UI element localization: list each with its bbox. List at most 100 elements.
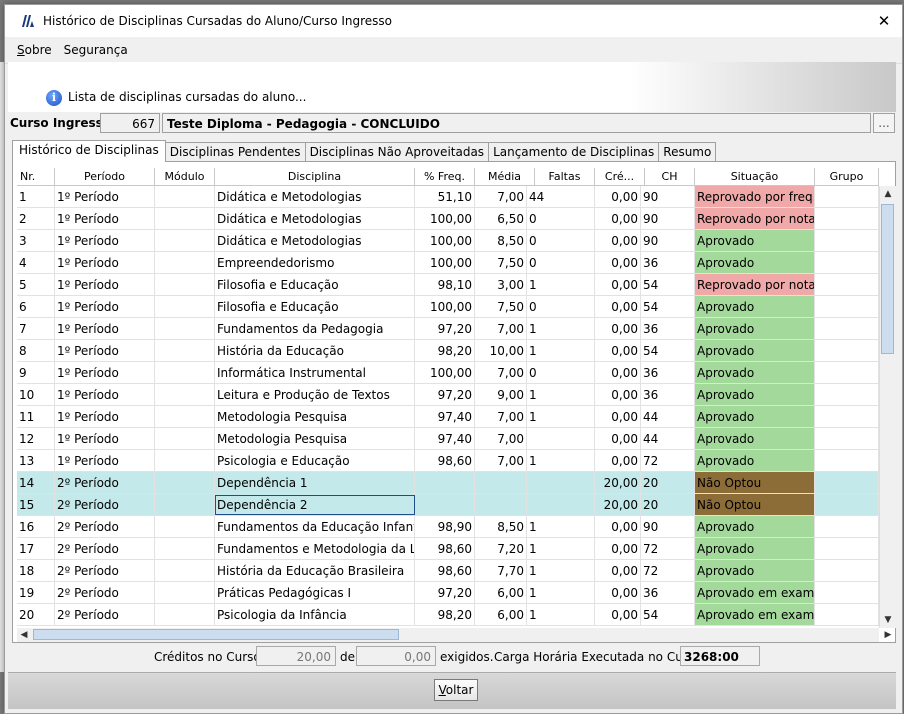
scroll-right-icon[interactable]: ▶ (881, 628, 895, 642)
cell-media (475, 494, 527, 516)
horizontal-scroll-thumb[interactable] (33, 629, 399, 640)
cell-cred: 0,00 (595, 560, 641, 582)
column-header-ch[interactable]: CH (645, 168, 695, 186)
cell-periodo: 2º Período (55, 472, 155, 494)
table-row[interactable]: 9 1º Período Informática Instrumental 100,0… (17, 362, 879, 384)
cell-ch: 54 (641, 604, 695, 626)
table-row[interactable]: 7 1º Período Fundamentos da Pedagogia 97,20… (17, 318, 879, 340)
scroll-down-icon[interactable]: ▼ (880, 612, 896, 628)
table-row[interactable]: 11 1º Período Metodologia Pesquisa 97,40 7,0… (17, 406, 879, 428)
cell-modulo (155, 362, 215, 384)
cell-modulo (155, 252, 215, 274)
cell-disciplina: Leitura e Produção de Textos (215, 384, 415, 406)
table-row[interactable]: 10 1º Período Leitura e Produção de Textos… (17, 384, 879, 406)
cell-grupo (815, 538, 879, 560)
column-header-freq[interactable]: % Freq. (415, 168, 475, 186)
cell-media: 7,00 (475, 406, 527, 428)
table-row[interactable]: 8 1º Período História da Educação 98,20 10,0… (17, 340, 879, 362)
cell-media: 7,00 (475, 450, 527, 472)
cell-cred: 0,00 (595, 538, 641, 560)
cell-ch: 90 (641, 230, 695, 252)
cell-disciplina: Metodologia Pesquisa (215, 428, 415, 450)
cell-situacao: Aprovado (695, 230, 815, 252)
cell-nr: 20 (17, 604, 55, 626)
table-row[interactable]: 18 2º Período História da Educação Brasile… (17, 560, 879, 582)
cell-cred: 0,00 (595, 362, 641, 384)
cell-situacao: Aprovado (695, 252, 815, 274)
scroll-left-icon[interactable]: ◀ (17, 628, 31, 642)
table-row[interactable]: 17 2º Período Fundamentos e Metodologia da… (17, 538, 879, 560)
cell-nr: 11 (17, 406, 55, 428)
cell-ch: 54 (641, 340, 695, 362)
cell-faltas: 1 (527, 516, 595, 538)
table-row[interactable]: 6 1º Período Filosofia e Educação 100,00 7,5… (17, 296, 879, 318)
cell-grupo (815, 208, 879, 230)
cell-ch: 90 (641, 516, 695, 538)
column-header-periodo[interactable]: Período (55, 168, 155, 186)
cell-media: 7,50 (475, 252, 527, 274)
cell-media (475, 472, 527, 494)
menu-sobre[interactable]: Sobre (17, 43, 52, 57)
curso-code-field[interactable]: 667 (100, 113, 160, 133)
table-row[interactable]: 1 1º Período Didática e Metodologias 51,10 7… (17, 186, 879, 208)
cell-modulo (155, 230, 215, 252)
tab-lancamento[interactable]: Lançamento de Disciplinas (488, 142, 660, 161)
tab-nao-aproveitadas[interactable]: Disciplinas Não Aproveitadas (304, 142, 490, 161)
table-row[interactable]: 5 1º Período Filosofia e Educação 98,10 3,00… (17, 274, 879, 296)
horizontal-scrollbar[interactable]: ◀ ▶ (17, 628, 891, 642)
creditos-field: 20,00 (256, 646, 336, 666)
tab-resumo[interactable]: Resumo (658, 142, 717, 161)
curso-name-field[interactable]: Teste Diploma - Pedagogia - CONCLUIDO (162, 113, 871, 133)
table-row[interactable]: 13 1º Período Psicologia e Educação 98,60 7,… (17, 450, 879, 472)
cell-freq: 97,20 (415, 582, 475, 604)
close-button[interactable]: ✕ (874, 11, 894, 31)
cell-faltas: 1 (527, 450, 595, 472)
exigidos-field: 0,00 (356, 646, 436, 666)
curso-lookup-button[interactable]: ... (873, 113, 895, 133)
cell-modulo (155, 450, 215, 472)
column-header-disciplina[interactable]: Disciplina (215, 168, 415, 186)
cell-ch: 72 (641, 538, 695, 560)
cell-modulo (155, 318, 215, 340)
cell-nr: 1 (17, 186, 55, 208)
cell-ch: 90 (641, 208, 695, 230)
cell-periodo: 1º Período (55, 406, 155, 428)
column-header-grupo[interactable]: Grupo (815, 168, 879, 186)
tab-pendentes[interactable]: Disciplinas Pendentes (164, 142, 306, 161)
column-header-modulo[interactable]: Módulo (155, 168, 215, 186)
cell-disciplina: Metodologia Pesquisa (215, 406, 415, 428)
cell-freq (415, 472, 475, 494)
cell-periodo: 2º Período (55, 538, 155, 560)
table-row[interactable]: 3 1º Período Didática e Metodologias 100,00… (17, 230, 879, 252)
table-row[interactable]: 4 1º Período Empreendedorismo 100,00 7,50 0 0,… (17, 252, 879, 274)
cell-periodo: 1º Período (55, 252, 155, 274)
cell-modulo (155, 604, 215, 626)
table-row[interactable]: 14 2º Período Dependência 1 20,00 20 Não Opto… (17, 472, 879, 494)
column-header-media[interactable]: Média (475, 168, 535, 186)
info-banner: i Lista de disciplinas cursadas do aluno… (8, 62, 896, 112)
menu-seguranca[interactable]: Segurança (64, 43, 128, 57)
column-header-nr[interactable]: Nr. (17, 168, 55, 186)
table-row[interactable]: 20 2º Período Psicologia da Infância 98,20 6… (17, 604, 879, 626)
cell-modulo (155, 428, 215, 450)
column-header-cred[interactable]: Cré... (595, 168, 645, 186)
table-row[interactable]: 2 1º Período Didática e Metodologias 100,00… (17, 208, 879, 230)
cell-nr: 3 (17, 230, 55, 252)
tab-historico[interactable]: Histórico de Disciplinas (12, 140, 166, 162)
column-header-situacao[interactable]: Situação (695, 168, 815, 186)
vertical-scrollbar[interactable]: ▲ ▼ (879, 186, 896, 628)
cell-grupo (815, 406, 879, 428)
cell-ch: 72 (641, 450, 695, 472)
voltar-button[interactable]: Voltar (434, 679, 478, 701)
table-row[interactable]: 12 1º Período Metodologia Pesquisa 97,40 7,0… (17, 428, 879, 450)
cell-freq: 98,90 (415, 516, 475, 538)
table-row[interactable]: 15 2º Período Dependência 2 20,00 20 Não Opto… (17, 494, 879, 516)
column-header-faltas[interactable]: Faltas (535, 168, 595, 186)
cell-nr: 17 (17, 538, 55, 560)
vertical-scroll-thumb[interactable] (881, 204, 894, 354)
scroll-up-icon[interactable]: ▲ (880, 186, 896, 202)
table-row[interactable]: 16 2º Período Fundamentos da Educação Infa… (17, 516, 879, 538)
table-row[interactable]: 19 2º Período Práticas Pedagógicas I 97,20 6… (17, 582, 879, 604)
cell-periodo: 1º Período (55, 186, 155, 208)
cell-grupo (815, 362, 879, 384)
